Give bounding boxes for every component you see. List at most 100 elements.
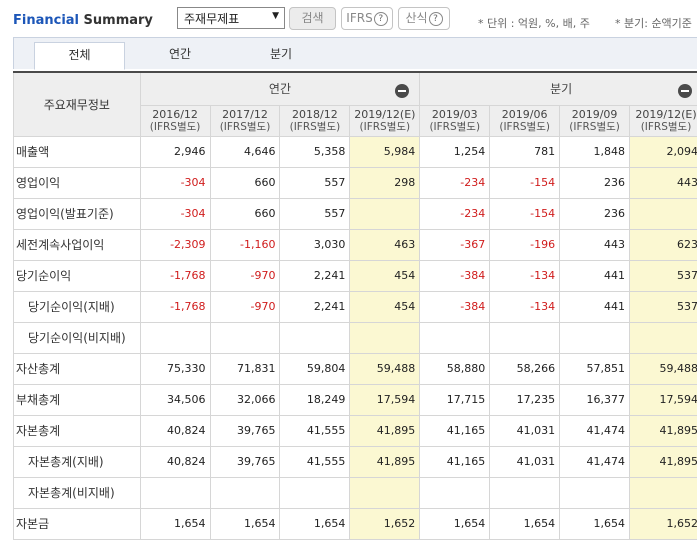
value-cell: 16,377 (559, 383, 631, 416)
value-cell: -384 (419, 259, 491, 292)
period-basis: (IFRS별도) (429, 120, 481, 133)
tab-all[interactable]: 전체 (34, 42, 125, 70)
value-cell: 17,594 (629, 383, 697, 416)
period-basis: (IFRS별도) (359, 120, 411, 133)
value-cell (489, 321, 561, 354)
row-label[interactable]: 영업이익 (13, 166, 141, 199)
value-cell (349, 476, 421, 509)
row-label[interactable]: 당기순이익(지배) (13, 290, 141, 323)
value-cell: -234 (419, 166, 491, 199)
value-cell (139, 476, 211, 509)
period-header: 2019/12(E) (IFRS별도) (349, 104, 421, 137)
tab-annual[interactable]: 연간 (135, 42, 225, 70)
table-row: 영업이익 -304 660 557 298 -234 -154 236 443 (13, 166, 697, 199)
value-cell: 454 (349, 290, 421, 323)
formula-button[interactable]: 산식? (398, 7, 450, 30)
period-label: 2019/06 (501, 107, 548, 121)
row-label[interactable]: 자산총계 (13, 352, 141, 385)
table-row: 자본총계(지배) 40,824 39,765 41,555 41,895 41,165 41… (13, 445, 697, 478)
value-cell: 41,555 (279, 414, 351, 447)
period-tabs: 전체 연간 분기 (13, 37, 697, 70)
value-cell: 41,895 (349, 414, 421, 447)
period-label: 2018/12 (292, 107, 338, 121)
period-header: 2017/12 (IFRS별도) (209, 104, 281, 137)
value-cell: 41,895 (629, 414, 697, 447)
value-cell: -2,309 (139, 228, 211, 261)
search-button[interactable]: 검색 (289, 7, 336, 30)
value-cell: 236 (559, 197, 631, 230)
period-basis: (IFRS별도) (499, 120, 550, 133)
collapse-annual-icon[interactable] (395, 84, 410, 98)
value-cell: 41,474 (559, 445, 631, 478)
value-cell: 41,031 (489, 445, 561, 478)
value-cell: 1,654 (559, 507, 631, 540)
period-label: 2017/12 (222, 107, 268, 121)
period-basis: (IFRS별도) (219, 120, 271, 133)
period-label: 2019/09 (571, 107, 618, 121)
value-cell: 623 (629, 228, 697, 261)
row-label[interactable]: 당기순이익(비지배) (13, 321, 141, 354)
annual-group-label: 연간 (268, 82, 292, 97)
value-cell: 557 (279, 197, 351, 230)
ifrs-button[interactable]: IFRS? (341, 7, 393, 30)
value-cell: 1,652 (629, 507, 697, 540)
value-cell: -1,768 (139, 290, 211, 323)
value-cell: 298 (349, 166, 421, 199)
value-cell: 2,094 (629, 135, 697, 168)
tab-quarter[interactable]: 분기 (236, 42, 326, 70)
period-basis: (IFRS별도) (289, 120, 341, 133)
value-cell (279, 476, 351, 509)
period-label: 2016/12 (152, 107, 198, 121)
value-cell: 41,031 (489, 414, 561, 447)
row-label[interactable]: 자본총계(지배) (13, 445, 141, 478)
value-cell: 1,654 (209, 507, 281, 540)
ifrs-label: IFRS (346, 11, 373, 25)
row-label[interactable]: 자본총계 (13, 414, 141, 447)
unit-note: * 단위 : 억원, %, 배, 주 (478, 17, 590, 30)
value-cell: -134 (489, 290, 561, 323)
row-label[interactable]: 영업이익(발표기준) (13, 197, 141, 230)
table-row: 세전계속사업이익 -2,309 -1,160 3,030 463 -367 -196 443 6… (13, 228, 697, 261)
period-header: 2019/12(E) (IFRS별도) (629, 104, 697, 137)
value-cell: -1,768 (139, 259, 211, 292)
value-cell (139, 321, 211, 354)
value-cell: 443 (559, 228, 631, 261)
value-cell: 39,765 (209, 445, 281, 478)
table-row: 당기순이익(지배) -1,768 -970 2,241 454 -384 -134 441 53… (13, 290, 697, 323)
value-cell: 1,254 (419, 135, 491, 168)
table-row: 당기순이익(비지배) (13, 321, 697, 354)
value-cell: 71,831 (209, 352, 281, 385)
row-label[interactable]: 부채총계 (13, 383, 141, 416)
value-cell: 40,824 (139, 445, 211, 478)
value-cell: 441 (559, 259, 631, 292)
value-cell (559, 321, 631, 354)
quarter-note: * 분기: 순액기준 (615, 17, 692, 30)
value-cell: 17,235 (489, 383, 561, 416)
value-cell: 32,066 (209, 383, 281, 416)
value-cell: 660 (209, 166, 281, 199)
formula-help-icon[interactable]: ? (428, 11, 443, 26)
value-cell: -970 (209, 290, 281, 323)
row-label[interactable]: 세전계속사업이익 (13, 228, 141, 261)
table-row: 매출액 2,946 4,646 5,358 5,984 1,254 781 1,848 2,09… (13, 135, 697, 168)
period-label: 2019/12(E) (635, 107, 697, 121)
collapse-quarter-icon[interactable] (678, 84, 692, 98)
value-cell: 454 (349, 259, 421, 292)
value-cell: -154 (489, 197, 561, 230)
value-cell (629, 321, 697, 354)
value-cell: 17,594 (349, 383, 421, 416)
ifrs-help-icon[interactable]: ? (373, 11, 388, 26)
period-label: 2019/12(E) (354, 107, 416, 121)
statement-type-select[interactable]: 주재무제표 ▼ (177, 7, 285, 29)
page-title: Financial Summary (13, 13, 153, 28)
row-label[interactable]: 자본금 (13, 507, 141, 540)
value-cell: 781 (489, 135, 561, 168)
quarter-group-label: 분기 (550, 82, 573, 97)
value-cell: 2,946 (139, 135, 211, 168)
value-cell: 1,654 (419, 507, 491, 540)
row-label[interactable]: 당기순이익 (13, 259, 141, 292)
row-label[interactable]: 자본총계(비지배) (13, 476, 141, 509)
period-header: 2019/03 (IFRS별도) (419, 104, 491, 137)
row-label[interactable]: 매출액 (13, 135, 141, 168)
table-row: 자산총계 75,330 71,831 59,804 59,488 58,880 58,266… (13, 352, 697, 385)
